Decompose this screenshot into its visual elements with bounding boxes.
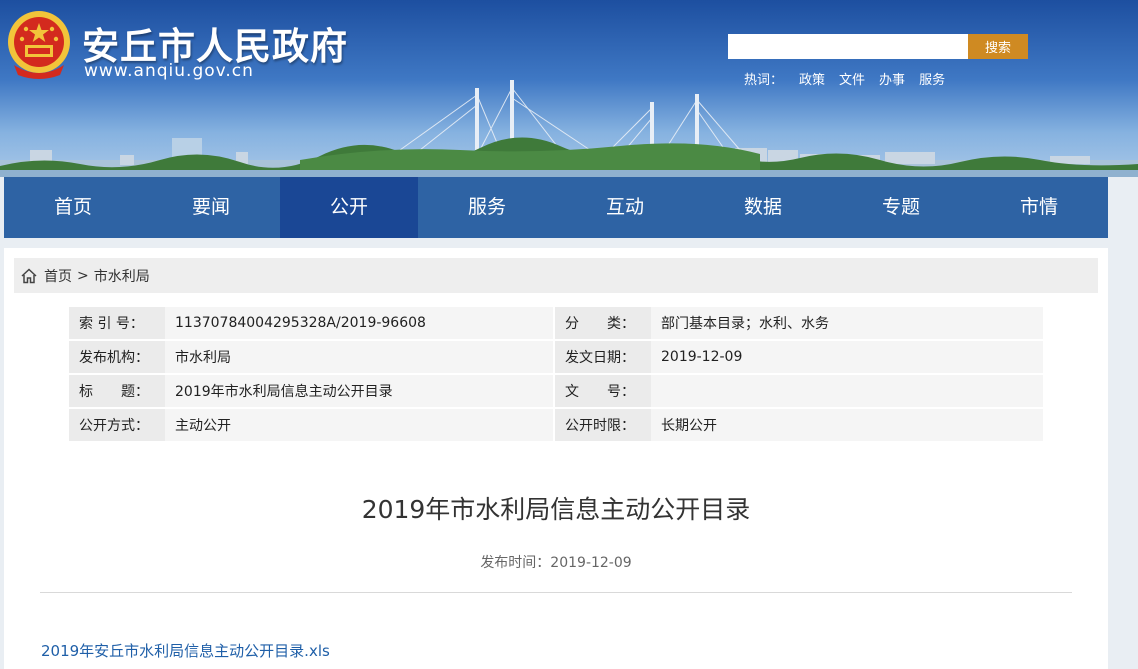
table-row: 标 题： 2019年市水利局信息主动公开目录 文 号：	[69, 375, 1043, 407]
search-box: 搜索	[728, 34, 1028, 59]
index-label: 索 引 号：	[69, 307, 165, 339]
docno-label: 文 号：	[555, 375, 651, 407]
nav-item-home[interactable]: 首页	[4, 177, 142, 238]
nav-item-disclosure[interactable]: 公开	[280, 177, 418, 238]
hot-word-services[interactable]: 服务	[919, 69, 945, 88]
mode-label: 公开方式：	[69, 409, 165, 441]
main-nav: 首页 要闻 公开 服务 互动 数据 专题 市情	[4, 177, 1108, 238]
table-row: 发布机构： 市水利局 发文日期： 2019-12-09	[69, 341, 1043, 373]
search-input[interactable]	[728, 34, 968, 59]
attachment-link[interactable]: 2019年安丘市水利局信息主动公开目录.xls	[41, 640, 330, 661]
date-label: 发文日期：	[555, 341, 651, 373]
divider	[40, 592, 1072, 593]
home-icon	[21, 267, 37, 283]
category-value: 部门基本目录；水利、水务	[651, 307, 1043, 339]
hot-words-label: 热词：	[744, 73, 784, 88]
breadcrumb-current[interactable]: 市水利局	[94, 266, 150, 286]
publisher-label: 发布机构：	[69, 341, 165, 373]
title-label: 标 题：	[69, 375, 165, 407]
docno-value	[651, 375, 1043, 407]
table-row: 索 引 号： 11370784004295328A/2019-96608 分 类…	[69, 307, 1043, 339]
date-value: 2019-12-09	[651, 341, 1043, 373]
limit-label: 公开时限：	[555, 409, 651, 441]
hot-word-documents[interactable]: 文件	[839, 69, 865, 88]
hot-word-services-office[interactable]: 办事	[879, 69, 905, 88]
hot-words: 热词： 政策 文件 办事 服务	[744, 69, 945, 88]
limit-value: 长期公开	[651, 409, 1043, 441]
nav-item-services[interactable]: 服务	[418, 177, 556, 238]
breadcrumb-home[interactable]: 首页	[44, 266, 72, 286]
publisher-value: 市水利局	[165, 341, 553, 373]
breadcrumb-separator: >	[77, 267, 89, 284]
nav-item-city-info[interactable]: 市情	[970, 177, 1108, 238]
category-label: 分 类：	[555, 307, 651, 339]
nav-item-topics[interactable]: 专题	[832, 177, 970, 238]
hot-word-policy[interactable]: 政策	[799, 69, 825, 88]
mode-value: 主动公开	[165, 409, 553, 441]
nav-item-interaction[interactable]: 互动	[556, 177, 694, 238]
site-domain: www.anqiu.gov.cn	[84, 61, 254, 81]
index-value: 11370784004295328A/2019-96608	[165, 307, 553, 339]
content-panel: 首页 > 市水利局 索 引 号： 11370784004295328A/2019…	[4, 248, 1108, 669]
table-row: 公开方式： 主动公开 公开时限： 长期公开	[69, 409, 1043, 441]
site-header: 安丘市人民政府 www.anqiu.gov.cn 搜索 热词： 政策 文件 办事…	[0, 0, 1138, 177]
nav-item-data[interactable]: 数据	[694, 177, 832, 238]
nav-item-news[interactable]: 要闻	[142, 177, 280, 238]
article-publish-time: 发布时间：2019-12-09	[480, 555, 632, 571]
article-title: 2019年市水利局信息主动公开目录	[361, 495, 751, 524]
title-value: 2019年市水利局信息主动公开目录	[165, 375, 553, 407]
breadcrumb: 首页 > 市水利局	[14, 258, 1098, 293]
national-emblem-icon	[8, 11, 70, 79]
search-button[interactable]: 搜索	[968, 34, 1028, 59]
document-metadata-table: 索 引 号： 11370784004295328A/2019-96608 分 类…	[69, 305, 1043, 443]
